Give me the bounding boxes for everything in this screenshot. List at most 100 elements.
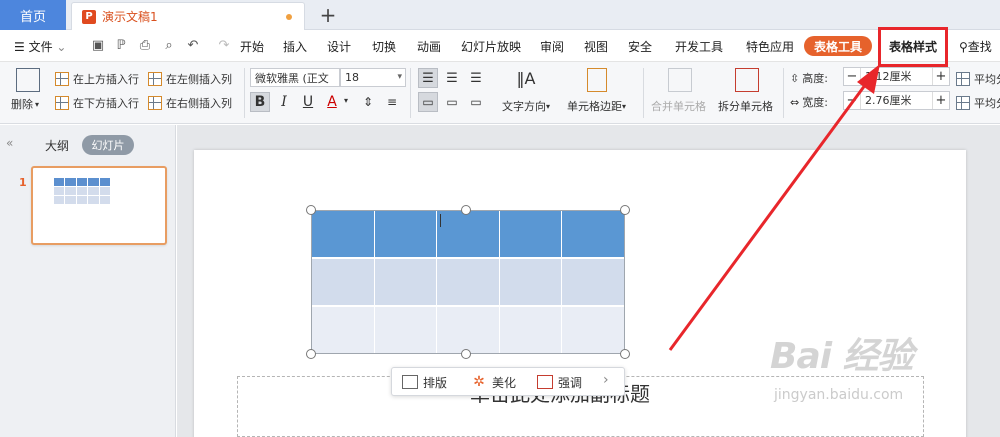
tab-slides[interactable]: 幻灯片: [82, 135, 134, 155]
table-cell[interactable]: [562, 307, 624, 353]
bold-button[interactable]: B: [250, 92, 270, 112]
insert-row-below-button[interactable]: 在下方插入行: [55, 95, 139, 111]
font-color-dropdown-icon[interactable]: ▾: [344, 96, 348, 105]
align-middle-icon[interactable]: ▭: [442, 92, 462, 112]
tab-outline[interactable]: 大纲: [45, 137, 69, 154]
col-width-value[interactable]: 2.76厘米: [860, 92, 933, 109]
menu-design[interactable]: 设计: [327, 38, 351, 56]
export-pdf-icon[interactable]: ℙ: [113, 38, 129, 54]
insert-col-left-button[interactable]: 在左侧插入列: [148, 71, 232, 87]
align-top-icon[interactable]: ▭: [418, 92, 438, 112]
table-cell[interactable]: [499, 307, 563, 353]
cell-margin-button[interactable]: 单元格边距 ▾: [567, 98, 626, 114]
table-cell[interactable]: [437, 211, 500, 257]
row-height-stepper[interactable]: − 1.12厘米 +: [843, 67, 950, 86]
menu-start[interactable]: 开始: [240, 38, 264, 56]
merge-cells-button[interactable]: 合并单元格: [651, 98, 706, 114]
table-cell[interactable]: [374, 259, 438, 305]
tab-home[interactable]: 首页: [0, 0, 66, 30]
table-row: [312, 257, 624, 305]
collapse-panel-icon[interactable]: «: [6, 136, 13, 150]
table-cell[interactable]: [562, 259, 624, 305]
table-cell[interactable]: [312, 259, 375, 305]
menu-insert[interactable]: 插入: [283, 38, 307, 56]
delete-label: 删除: [11, 98, 33, 111]
insert-col-right-button[interactable]: 在右侧插入列: [148, 95, 232, 111]
slide-thumbnail[interactable]: [31, 166, 167, 245]
distribute-cols-button[interactable]: 平均分: [956, 95, 1000, 111]
resize-handle[interactable]: [461, 349, 471, 359]
save-icon[interactable]: ▣: [90, 38, 106, 54]
menu-review[interactable]: 审阅: [540, 38, 564, 56]
resize-handle[interactable]: [620, 205, 630, 215]
redo-icon[interactable]: ↷: [216, 38, 232, 54]
resize-handle[interactable]: [306, 349, 316, 359]
menu-animation[interactable]: 动画: [417, 38, 441, 56]
align-bottom-icon[interactable]: ▭: [466, 92, 486, 112]
col-width-stepper[interactable]: − 2.76厘米 +: [843, 91, 950, 110]
table-cell[interactable]: [312, 211, 375, 257]
chevron-down-icon: ⌄: [52, 40, 67, 54]
font-color-button[interactable]: A: [322, 92, 342, 112]
paragraph-spacing-icon[interactable]: ≡: [382, 92, 402, 112]
ribbon-toolbar: 删除 ▾ 在上方插入行 在下方插入行 在左侧插入列 在右侧插入列 微软雅黑 (正文…: [0, 62, 1000, 124]
resize-handle[interactable]: [461, 205, 471, 215]
font-size-select[interactable]: 18 ▾: [340, 68, 406, 87]
menu-transition[interactable]: 切换: [372, 38, 396, 56]
tab-document[interactable]: P 演示文稿1: [71, 2, 305, 30]
menu-features[interactable]: 特色应用: [746, 38, 794, 56]
resize-handle[interactable]: [306, 205, 316, 215]
table-cell[interactable]: [374, 307, 438, 353]
table-tools-tab[interactable]: 表格工具: [804, 36, 872, 56]
undo-icon[interactable]: ↶: [185, 38, 201, 54]
file-menu[interactable]: ☰ 文件 ⌄: [14, 38, 66, 56]
delete-button[interactable]: 删除 ▾: [11, 96, 39, 112]
new-tab-button[interactable]: +: [318, 3, 338, 27]
table-cell[interactable]: [562, 211, 624, 257]
font-name-select[interactable]: 微软雅黑 (正文: [250, 68, 340, 87]
font-size-value: 18: [345, 71, 359, 84]
split-cells-button[interactable]: 拆分单元格: [718, 98, 773, 114]
col-width-label: ⇔ 宽度:: [790, 94, 828, 110]
align-center-icon[interactable]: ☰: [442, 68, 462, 88]
table-row: [312, 211, 624, 257]
menu-slideshow[interactable]: 幻灯片放映: [461, 38, 521, 56]
ribbon-divider: [783, 68, 784, 118]
minus-icon[interactable]: −: [844, 69, 860, 84]
line-spacing-icon[interactable]: ⇕: [358, 92, 378, 112]
slide-table[interactable]: [311, 210, 625, 354]
layout-button[interactable]: 排版: [402, 373, 447, 391]
underline-button[interactable]: U: [298, 92, 318, 112]
delete-table-icon: [16, 68, 40, 92]
menu-security[interactable]: 安全: [628, 38, 652, 56]
beautify-button[interactable]: ✲ 美化: [471, 373, 516, 391]
plus-icon[interactable]: +: [933, 93, 949, 108]
table-cell[interactable]: [312, 307, 375, 353]
width-label-text: 宽度:: [802, 96, 828, 109]
table-cell[interactable]: [437, 259, 500, 305]
emphasize-button[interactable]: 强调: [537, 373, 582, 391]
table-cell[interactable]: [499, 211, 563, 257]
thumbnail-table: [54, 178, 110, 204]
table-cell[interactable]: [499, 259, 563, 305]
table-cell[interactable]: [374, 211, 438, 257]
minus-icon[interactable]: −: [844, 93, 860, 108]
print-preview-icon[interactable]: ⌕: [161, 38, 177, 54]
insert-row-above-button[interactable]: 在上方插入行: [55, 71, 139, 87]
table-cell[interactable]: [437, 307, 500, 353]
layout-label: 排版: [423, 375, 448, 390]
plus-icon[interactable]: +: [933, 69, 949, 84]
italic-button[interactable]: I: [274, 92, 294, 112]
text-direction-button[interactable]: 文字方向 ▾: [502, 98, 550, 114]
row-height-value[interactable]: 1.12厘米: [860, 68, 933, 85]
print-icon[interactable]: ⎙: [137, 38, 153, 54]
menu-view[interactable]: 视图: [584, 38, 608, 56]
menu-developer[interactable]: 开发工具: [675, 38, 723, 56]
watermark-logo: Bai 经验: [770, 336, 914, 377]
chevron-right-icon[interactable]: ›: [603, 372, 609, 388]
search-button[interactable]: ⚲查找: [959, 38, 992, 56]
resize-handle[interactable]: [620, 349, 630, 359]
align-left-icon[interactable]: ☰: [418, 68, 438, 88]
distribute-rows-button[interactable]: 平均分: [956, 71, 1000, 87]
align-right-icon[interactable]: ☰: [466, 68, 486, 88]
